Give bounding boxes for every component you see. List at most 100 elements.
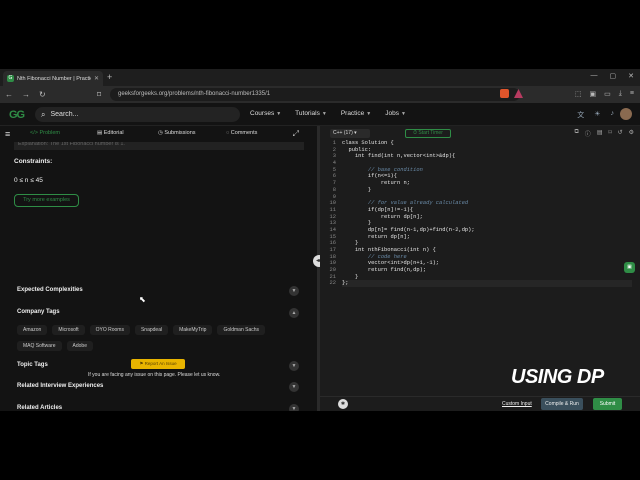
avatar[interactable] xyxy=(620,108,632,120)
code-line[interactable]: return find(n,dp); xyxy=(342,267,632,274)
line-number: 9 xyxy=(332,193,336,200)
browser-tab[interactable]: G Nth Fibonacci Number | Practice ✕ xyxy=(3,71,103,86)
video-overlay-caption: USING DP xyxy=(511,366,604,388)
copy-icon[interactable]: ⧉ xyxy=(575,129,579,138)
code-line[interactable]: if(dp[n]!=-1){ xyxy=(342,207,632,214)
company-tag[interactable]: Snapdeal xyxy=(134,325,169,335)
settings-icon[interactable]: ⚙ xyxy=(629,129,634,138)
downloads-icon[interactable]: ⤓ xyxy=(619,90,622,98)
code-line[interactable]: int nthFibonacci(int n) { xyxy=(342,247,632,254)
line-number: 11 xyxy=(329,206,336,213)
start-timer-button[interactable]: ⏱ Start Timer xyxy=(405,129,451,138)
company-tag[interactable]: Microsoft xyxy=(52,325,85,335)
menu-item-practice[interactable]: Practice ▼ xyxy=(341,110,371,117)
search-icon: ⌕ xyxy=(41,109,46,119)
new-tab-icon[interactable]: + xyxy=(107,72,112,83)
notifications-icon[interactable]: ♪ xyxy=(611,110,615,120)
hamburger-icon[interactable]: ≡ xyxy=(5,129,10,139)
wallet-icon[interactable]: ▭ xyxy=(604,90,611,98)
code-line[interactable]: }; xyxy=(342,280,632,288)
language-select[interactable]: C++ (17) ▾ xyxy=(330,129,370,138)
code-line[interactable]: class Solution { xyxy=(342,140,632,147)
company-tag[interactable]: Amazon xyxy=(17,325,48,335)
menu-item-courses[interactable]: Courses ▼ xyxy=(250,110,281,117)
code-line[interactable]: } xyxy=(342,220,632,227)
code-line[interactable]: // base condition xyxy=(342,167,632,174)
code-line[interactable]: public: xyxy=(342,147,632,154)
line-number: 13 xyxy=(329,220,336,227)
gfg-favicon-icon: G xyxy=(7,75,14,82)
company-tag[interactable]: OYO Rooms xyxy=(89,325,130,335)
company-tags-heading[interactable]: Company Tags xyxy=(17,309,60,315)
line-number: 16 xyxy=(329,240,336,247)
translate-icon[interactable]: 文 xyxy=(577,110,584,120)
lightbulb-icon[interactable]: ✱ xyxy=(338,399,348,409)
reset-icon[interactable]: ↺ xyxy=(618,129,623,138)
company-tag[interactable]: MakeMyTrip xyxy=(173,325,213,335)
code-line[interactable]: dp[n]= find(n-1,dp)+find(n-2,dp); xyxy=(342,227,632,234)
compile-run-button[interactable]: Compile & Run xyxy=(541,398,583,410)
extensions-icon[interactable]: ⬚ xyxy=(575,90,582,98)
code-area[interactable]: class Solution { public: int find(int n,… xyxy=(342,140,632,288)
submit-button[interactable]: Submit xyxy=(593,398,622,410)
close-tab-icon[interactable]: ✕ xyxy=(94,75,99,82)
tab-problem[interactable]: </> Problem xyxy=(30,130,60,136)
sidebar-icon[interactable]: ▣ xyxy=(590,90,597,98)
tab-submissions[interactable]: ◷ Submissions xyxy=(158,130,196,136)
expand-icon[interactable]: ⤢ xyxy=(293,129,299,139)
chevron-down-icon[interactable]: ▼ xyxy=(289,382,299,392)
code-line[interactable]: // code here xyxy=(342,254,632,261)
code-line[interactable]: vector<int>dp(n+1,-1); xyxy=(342,260,632,267)
code-line[interactable]: } xyxy=(342,187,632,194)
search-input[interactable] xyxy=(50,111,201,118)
topic-tags-heading[interactable]: Topic Tags xyxy=(17,362,48,368)
line-number: 6 xyxy=(332,173,336,180)
url-field[interactable]: geeksforgeeks.org/problems/nth-fibonacci… xyxy=(110,88,520,101)
back-icon[interactable]: ← xyxy=(5,89,13,100)
search-box[interactable]: ⌕ xyxy=(35,107,240,122)
tab-comments[interactable]: ◌ Comments xyxy=(226,130,257,136)
code-line[interactable]: int find(int n,vector<int>&dp){ xyxy=(342,153,632,160)
company-tag[interactable]: MAQ Software xyxy=(17,341,62,351)
code-line[interactable]: // for value already calculated xyxy=(342,200,632,207)
code-line[interactable] xyxy=(342,160,632,167)
related-articles-heading[interactable]: Related Articles xyxy=(17,405,62,411)
chevron-down-icon[interactable]: ▼ xyxy=(289,404,299,411)
company-tag[interactable]: Goldman Sachs xyxy=(217,325,266,335)
menu-item-tutorials[interactable]: Tutorials ▼ xyxy=(295,110,327,117)
expected-complexities-heading[interactable]: Expected Complexities xyxy=(17,287,83,293)
code-line[interactable]: if(n<=1){ xyxy=(342,173,632,180)
code-line[interactable] xyxy=(342,194,632,201)
bookmark-icon[interactable]: ⌑ xyxy=(608,129,611,138)
info-icon[interactable]: ⓘ xyxy=(585,129,591,138)
close-window-icon[interactable]: ✕ xyxy=(628,72,634,80)
report-issue-button[interactable]: ⚑ Report An Issue xyxy=(131,359,185,369)
maximize-icon[interactable]: ▢ xyxy=(610,72,617,80)
gfg-logo[interactable]: GG xyxy=(9,109,25,121)
theme-toggle-icon[interactable]: ☀ xyxy=(594,110,600,120)
chevron-up-icon[interactable]: ▲ xyxy=(289,308,299,318)
ai-assist-icon[interactable]: ▣ xyxy=(624,262,635,273)
minimize-icon[interactable]: — xyxy=(591,72,598,80)
code-line[interactable]: return n; xyxy=(342,180,632,187)
reload-icon[interactable]: ↻ xyxy=(39,89,46,100)
bookmark-icon[interactable]: ⌑ xyxy=(97,89,101,100)
code-line[interactable]: return dp[n]; xyxy=(342,234,632,241)
try-more-examples-button[interactable]: Try more examples xyxy=(14,194,79,207)
chevron-down-icon[interactable]: ▼ xyxy=(289,361,299,371)
browser-menu-icon[interactable]: ≡ xyxy=(630,90,634,98)
file-icon[interactable]: ▤ xyxy=(597,129,603,138)
line-number: 21 xyxy=(329,273,336,280)
tab-editorial[interactable]: ▤ Editorial xyxy=(97,130,124,136)
line-number: 4 xyxy=(332,160,336,167)
forward-icon[interactable]: → xyxy=(22,89,30,100)
code-line[interactable]: return dp[n]; xyxy=(342,214,632,221)
menu-item-jobs[interactable]: Jobs ▼ xyxy=(385,110,406,117)
code-line[interactable]: } xyxy=(342,274,632,281)
custom-input-link[interactable]: Custom Input xyxy=(502,401,532,407)
code-line[interactable]: } xyxy=(342,240,632,247)
company-tag[interactable]: Adobe xyxy=(66,341,93,351)
chevron-down-icon[interactable]: ▼ xyxy=(289,286,299,296)
related-interview-heading[interactable]: Related Interview Experiences xyxy=(17,383,103,389)
brave-shield-icon[interactable] xyxy=(500,89,509,98)
